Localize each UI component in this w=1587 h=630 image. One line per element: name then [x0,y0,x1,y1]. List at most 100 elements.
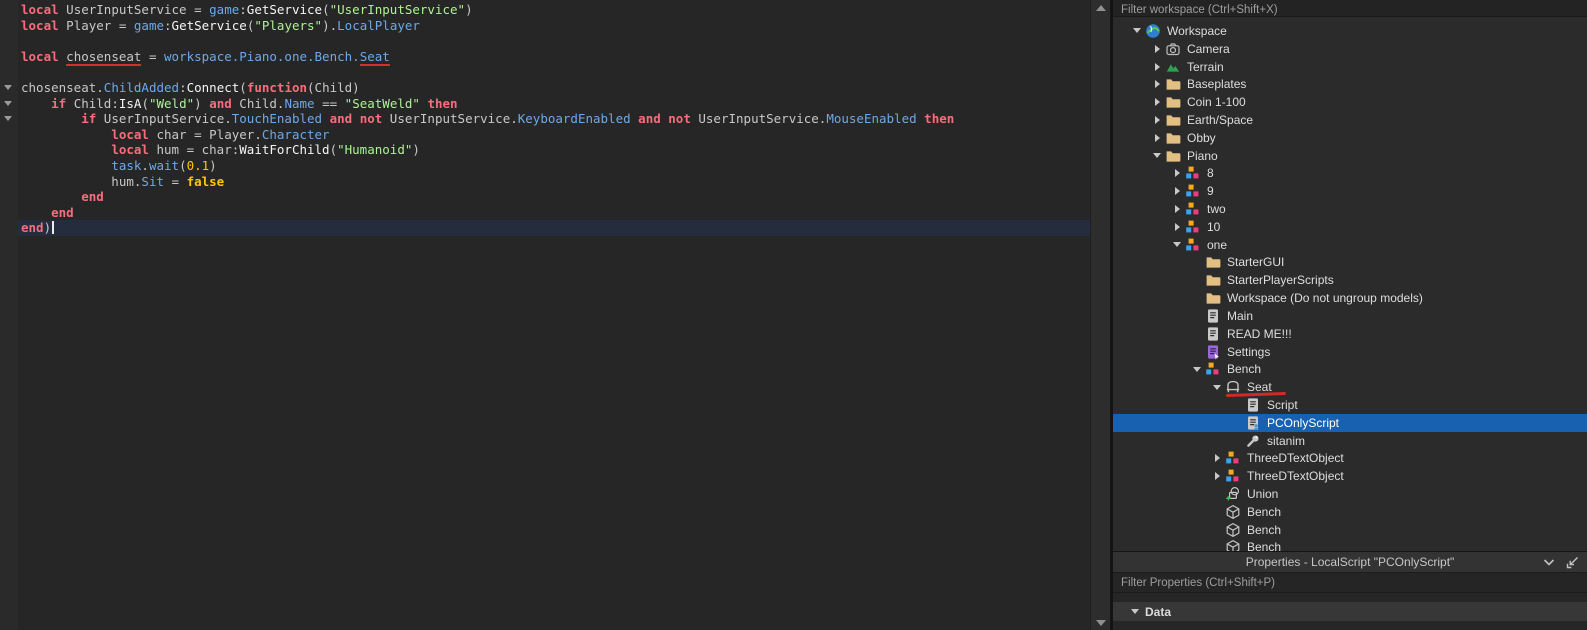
code-token: ChildAdded [104,80,179,95]
tree-item-starterplayerscripts[interactable]: StarterPlayerScripts [1113,271,1587,289]
chevron-down-icon[interactable] [1541,554,1557,570]
expander-closed-icon[interactable] [1169,219,1185,235]
code-token: UserInputService. [96,111,231,126]
tree-item-one[interactable]: one [1113,236,1587,254]
code-token: then [924,111,954,126]
tree-item-workspace-do-not-ungroup-models[interactable]: Workspace (Do not ungroup models) [1113,289,1587,307]
code-line[interactable]: local Player = game:GetService("Players"… [18,18,1090,34]
expander-open-icon[interactable] [1149,148,1165,164]
code-line[interactable] [18,33,1090,49]
model-icon [1225,450,1241,466]
tree-item-bench[interactable]: Bench [1113,521,1587,539]
editor-scrollbar[interactable] [1090,0,1110,630]
scroll-up-icon[interactable] [1096,5,1106,11]
code-token-warning: Seat [360,49,390,66]
tree-item-obby[interactable]: Obby [1113,129,1587,147]
tree-item-label: Piano [1187,149,1218,163]
code-token: "Players" [254,18,322,33]
tree-item-terrain[interactable]: Terrain [1113,58,1587,76]
tree-item-main[interactable]: Main [1113,307,1587,325]
code-line[interactable]: task.wait(0.1) [18,158,1090,174]
expander-closed-icon[interactable] [1149,112,1165,128]
tree-item-pconlyscript[interactable]: PCOnlyScript [1113,414,1587,432]
expander-spacer [1209,522,1225,538]
tree-item-bench[interactable]: Bench [1113,539,1587,551]
tree-item-camera[interactable]: Camera [1113,40,1587,58]
code-line[interactable]: end [18,189,1090,205]
tree-item-coin-1-100[interactable]: Coin 1-100 [1113,93,1587,111]
script-editor[interactable]: local UserInputService = game:GetService… [0,0,1090,630]
expander-spacer [1209,504,1225,520]
properties-header[interactable]: Properties - LocalScript "PCOnlyScript" [1113,552,1587,573]
expander-closed-icon[interactable] [1169,183,1185,199]
expander-closed-icon[interactable] [1149,59,1165,75]
tree-item-label: Earth/Space [1187,113,1253,127]
tree-item-read-me[interactable]: READ ME!!! [1113,325,1587,343]
expander-open-icon[interactable] [1169,237,1185,253]
code-line[interactable]: local chosenseat = workspace.Piano.one.B… [18,49,1090,65]
code-token: ) [194,96,209,111]
expander-closed-icon[interactable] [1149,41,1165,57]
expander-spacer [1189,308,1205,324]
tree-item-earth-space[interactable]: Earth/Space [1113,111,1587,129]
expander-closed-icon[interactable] [1149,76,1165,92]
tree-item-bench[interactable]: Bench [1113,503,1587,521]
code-line[interactable]: chosenseat.ChildAdded:Connect(function(C… [18,80,1090,96]
tree-item-seat[interactable]: Seat [1113,378,1587,396]
scroll-down-icon[interactable] [1096,620,1106,626]
expander-open-icon[interactable] [1129,23,1145,39]
tree-item-settings[interactable]: Settings [1113,343,1587,361]
code-area[interactable]: local UserInputService = game:GetService… [18,2,1090,236]
code-line[interactable]: end) [18,220,1090,236]
properties-section-data[interactable]: Data [1113,602,1587,621]
tree-item-baseplates[interactable]: Baseplates [1113,75,1587,93]
fold-collapse-icon[interactable] [4,85,12,90]
code-line[interactable] [18,64,1090,80]
expander-open-icon[interactable] [1189,361,1205,377]
tree-item-workspace[interactable]: Workspace [1113,22,1587,40]
expander-closed-icon[interactable] [1169,201,1185,217]
tree-item-bench[interactable]: Bench [1113,360,1587,378]
code-line[interactable]: end [18,205,1090,221]
properties-filter-input[interactable] [1113,574,1587,593]
folder-icon [1205,254,1221,270]
expander-closed-icon[interactable] [1169,165,1185,181]
code-line[interactable]: local hum = char:WaitForChild("Humanoid"… [18,142,1090,158]
dock-panel-icon[interactable] [1565,554,1581,570]
code-line[interactable]: local char = Player.Character [18,127,1090,143]
code-line[interactable]: local UserInputService = game:GetService… [18,2,1090,18]
tree-item-script[interactable]: Script [1113,396,1587,414]
expander-closed-icon[interactable] [1149,130,1165,146]
tree-item-sitanim[interactable]: sitanim [1113,432,1587,450]
explorer-filter-input[interactable] [1113,2,1587,18]
tree-item-9[interactable]: 9 [1113,182,1587,200]
expander-closed-icon[interactable] [1149,94,1165,110]
expander-closed-icon[interactable] [1209,468,1225,484]
tree-item-piano[interactable]: Piano [1113,147,1587,165]
tree-item-threedtextobject[interactable]: ThreeDTextObject [1113,450,1587,468]
terrain-icon [1165,59,1181,75]
expander-closed-icon[interactable] [1209,450,1225,466]
code-line[interactable]: if UserInputService.TouchEnabled and not… [18,111,1090,127]
tree-item-label: Workspace [1167,24,1227,38]
code-token [21,158,111,173]
tree-item-label: Seat [1247,380,1272,394]
tree-item-label: one [1207,238,1227,252]
tree-item-startergui[interactable]: StarterGUI [1113,254,1587,272]
expander-open-icon[interactable] [1209,379,1225,395]
code-token: Child: [66,96,119,111]
code-line[interactable]: if Child:IsA("Weld") and Child.Name == "… [18,96,1090,112]
tree-item-8[interactable]: 8 [1113,165,1587,183]
code-token [21,127,111,142]
section-collapse-icon[interactable] [1127,604,1143,620]
tree-item-two[interactable]: two [1113,200,1587,218]
tree-item-10[interactable]: 10 [1113,218,1587,236]
tree-item-union[interactable]: Union [1113,485,1587,503]
fold-collapse-icon[interactable] [4,101,12,106]
fold-collapse-icon[interactable] [4,116,12,121]
tree-item-label: Main [1227,309,1253,323]
code-token: ) [465,2,473,17]
tree-item-threedtextobject[interactable]: ThreeDTextObject [1113,467,1587,485]
code-token [322,111,330,126]
code-line[interactable]: hum.Sit = false [18,174,1090,190]
